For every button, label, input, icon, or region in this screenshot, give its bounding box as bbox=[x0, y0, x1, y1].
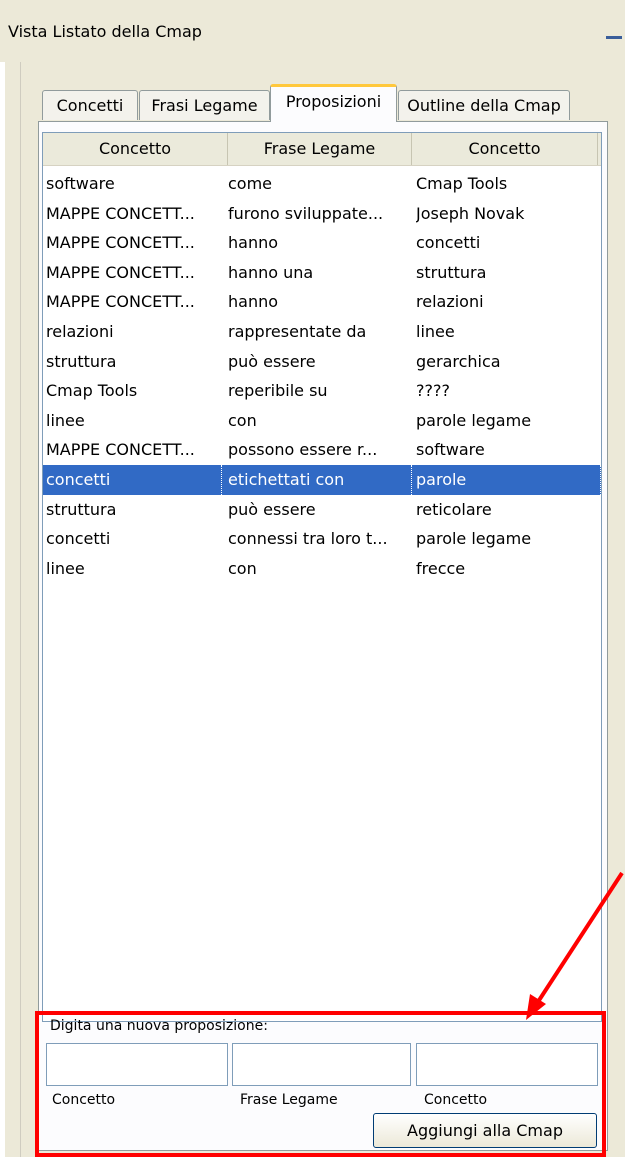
cell-concetto: parole legame bbox=[416, 410, 532, 430]
tab-outline[interactable]: Outline della Cmap bbox=[398, 90, 570, 120]
table-row[interactable]: concetti connessi tra loro t... parole leg… bbox=[43, 524, 601, 554]
window-title: Vista Listato della Cmap bbox=[8, 22, 202, 41]
cell-frase-legame: hanno bbox=[228, 233, 279, 253]
title-bar: Vista Listato della Cmap bbox=[0, 0, 625, 62]
cell-concetto: software bbox=[46, 174, 115, 193]
minimize-button[interactable] bbox=[604, 18, 625, 42]
cell-concetto: Cmap Tools bbox=[46, 381, 138, 401]
cell-frase-legame: reperibile su bbox=[228, 381, 328, 401]
column-header-frase-legame[interactable]: Frase Legame bbox=[228, 133, 412, 165]
frase-legame-input[interactable] bbox=[232, 1043, 411, 1086]
tab-concetti[interactable]: Concetti bbox=[42, 90, 138, 120]
concetto-input-1-label: Concetto bbox=[52, 1092, 116, 1108]
table-row[interactable]: Cmap Tools reperibile su???? bbox=[43, 376, 601, 406]
table-row[interactable]: concetti etichettati con parole bbox=[43, 465, 601, 495]
cell-concetto: reticolare bbox=[416, 499, 492, 519]
cell-concetto: MAPPE CONCETT... bbox=[46, 233, 195, 253]
concetto-input-2[interactable] bbox=[416, 1043, 598, 1086]
cell-concetto: gerarchica bbox=[416, 351, 501, 371]
tab-frasi-legame[interactable]: Frasi Legame bbox=[139, 90, 270, 120]
frase-legame-input-label: Frase Legame bbox=[240, 1092, 338, 1108]
cell-frase-legame: con bbox=[228, 558, 257, 578]
table-header: Concetto Frase Legame Concetto bbox=[43, 133, 601, 166]
left-edge bbox=[0, 62, 5, 1157]
table-row[interactable]: MAPPE CONCETT... hanno una struttura bbox=[43, 258, 601, 288]
cell-concetto: MAPPE CONCETT... bbox=[46, 440, 195, 460]
cell-concetto: software bbox=[416, 440, 485, 460]
cell-concetto: MAPPE CONCETT... bbox=[46, 203, 195, 223]
new-proposition-label: Digita una nuova proposizione: bbox=[50, 1018, 268, 1034]
cell-frase-legame: hanno una bbox=[228, 262, 314, 282]
cell-frase-legame: furono sviluppate... bbox=[228, 203, 384, 223]
cell-frase-legame: rappresentate da bbox=[228, 322, 367, 341]
cell-concetto: MAPPE CONCETT... bbox=[46, 292, 195, 312]
cell-frase-legame: possono essere r... bbox=[228, 440, 378, 460]
table-row[interactable]: software come Cmap Tools bbox=[43, 169, 601, 199]
cell-frase-legame: come bbox=[228, 174, 273, 193]
cell-concetto: struttura bbox=[46, 499, 117, 519]
table-row[interactable]: relazioni rappresentate da linee bbox=[43, 317, 601, 347]
cell-frase-legame: può essere bbox=[228, 351, 316, 371]
table-row[interactable]: MAPPE CONCETT... hanno relazioni bbox=[43, 287, 601, 317]
table-row[interactable]: struttura può essere reticolare bbox=[43, 495, 601, 525]
cell-concetto: Cmap Tools bbox=[416, 174, 508, 193]
table-row[interactable]: linee con parole legame bbox=[43, 406, 601, 436]
cell-frase-legame: con bbox=[228, 410, 257, 430]
frame-divider bbox=[20, 62, 21, 1157]
cell-frase-legame: hanno bbox=[228, 292, 279, 312]
cell-concetto: linee bbox=[416, 322, 455, 341]
cell-frase-legame: può essere bbox=[228, 499, 316, 519]
table-row[interactable]: MAPPE CONCETT... possono essere r... softw… bbox=[43, 435, 601, 465]
concetto-input-1[interactable] bbox=[46, 1043, 228, 1086]
cell-concetto: struttura bbox=[416, 262, 487, 282]
column-header-concetto-2[interactable]: Concetto bbox=[412, 133, 598, 165]
cell-concetto: concetti bbox=[46, 529, 111, 549]
add-to-cmap-button[interactable]: Aggiungi alla Cmap bbox=[373, 1113, 597, 1148]
cell-frase-legame: connessi tra loro t... bbox=[228, 529, 388, 549]
cell-concetto: parole legame bbox=[416, 529, 532, 549]
table-row[interactable]: struttura può essere gerarchica bbox=[43, 347, 601, 377]
cell-concetto: struttura bbox=[46, 351, 117, 371]
minimize-icon bbox=[606, 36, 622, 39]
cell-concetto: Joseph Novak bbox=[416, 203, 525, 223]
cell-concetto: linee bbox=[46, 410, 85, 430]
table-row[interactable]: MAPPE CONCETT... furono sviluppate... Jose… bbox=[43, 199, 601, 229]
cmap-list-view-window: Vista Listato della Cmap Concetti Frasi … bbox=[0, 0, 625, 1157]
cell-frase-legame: etichettati con bbox=[228, 465, 412, 495]
cell-concetto: frecce bbox=[416, 558, 466, 578]
column-header-concetto-1[interactable]: Concetto bbox=[43, 133, 228, 165]
cell-concetto: concetti bbox=[46, 465, 222, 495]
cell-concetto: MAPPE CONCETT... bbox=[46, 262, 195, 282]
cell-concetto: relazioni bbox=[46, 322, 114, 341]
cell-concetto: relazioni bbox=[416, 292, 484, 312]
cell-concetto: linee bbox=[46, 558, 85, 578]
cell-concetto: parole bbox=[416, 465, 601, 495]
table-row[interactable]: MAPPE CONCETT... hanno concetti bbox=[43, 228, 601, 258]
propositions-table[interactable]: Concetto Frase Legame Concetto software c… bbox=[42, 132, 602, 1022]
cell-concetto: ???? bbox=[416, 381, 450, 401]
tab-proposizioni[interactable]: Proposizioni bbox=[270, 84, 397, 122]
concetto-input-2-label: Concetto bbox=[424, 1092, 488, 1108]
cell-concetto: concetti bbox=[416, 233, 481, 253]
table-row[interactable]: linee con frecce bbox=[43, 554, 601, 584]
